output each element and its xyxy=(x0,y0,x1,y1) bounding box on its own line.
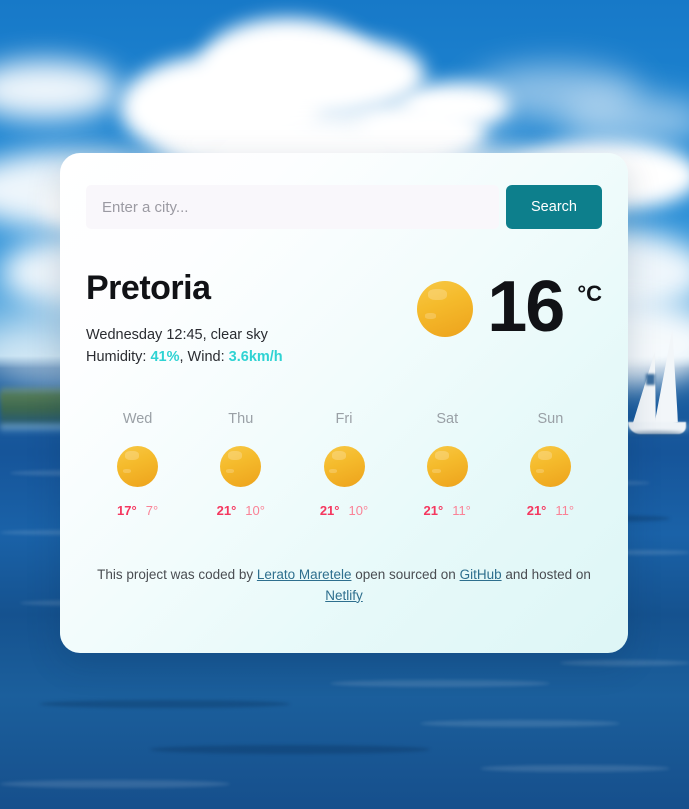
sun-icon xyxy=(417,281,474,337)
sun-icon xyxy=(426,445,468,487)
sun-icon xyxy=(220,445,262,487)
forecast-day: Thu 21° 10° xyxy=(189,411,292,518)
forecast-day: Wed 17° 7° xyxy=(86,411,189,518)
search-button[interactable]: Search xyxy=(506,185,602,229)
sun-icon xyxy=(323,445,365,487)
current-temperature: 16 xyxy=(487,267,565,347)
forecast-temperatures: 21° 10° xyxy=(189,503,292,518)
forecast-day-label: Fri xyxy=(335,410,353,427)
sail-marking xyxy=(646,374,655,385)
sun-icon xyxy=(117,445,159,487)
mainsail xyxy=(654,330,678,426)
current-weather: Pretoria Wednesday 12:45, clear sky Humi… xyxy=(86,267,602,369)
forecast-row: Wed 17° 7° Thu 21° 10° Fri 21° 10° Sat 21° 11° Sun 21… xyxy=(86,411,602,518)
wind-value: 3.6km/h xyxy=(228,349,283,366)
sun-icon xyxy=(529,445,571,487)
jib-sail xyxy=(632,352,656,426)
forecast-temp-max: 21° xyxy=(216,502,237,518)
forecast-icon-wrap xyxy=(499,445,602,487)
humidity-value: 41% xyxy=(150,349,180,366)
wind-label: , Wind: xyxy=(179,349,229,366)
forecast-icon-wrap xyxy=(86,445,189,487)
forecast-temperatures: 21° 11° xyxy=(396,503,499,518)
forecast-temperatures: 17° 7° xyxy=(86,503,189,518)
forecast-temp-min: 11° xyxy=(555,502,575,518)
forecast-icon-wrap xyxy=(292,445,395,487)
search-form: Search xyxy=(86,185,602,229)
search-input[interactable] xyxy=(86,185,499,229)
forecast-icon-wrap xyxy=(396,445,499,487)
cloud xyxy=(0,60,120,120)
forecast-day-label: Sat xyxy=(436,410,459,427)
forecast-temp-min: 7° xyxy=(145,502,159,518)
forecast-temp-min: 11° xyxy=(452,502,471,518)
forecast-day: Fri 21° 10° xyxy=(292,411,395,518)
footer-credits: This project was coded by Lerato Maretel… xyxy=(86,565,602,607)
current-temperature-block: 16 °C xyxy=(417,267,602,347)
forecast-temp-max: 21° xyxy=(423,502,444,518)
github-link[interactable]: GitHub xyxy=(460,567,502,582)
sailboat xyxy=(618,330,689,450)
forecast-day-label: Sun xyxy=(537,410,564,427)
current-conditions: Wednesday 12:45, clear sky Humidity: 41%… xyxy=(86,324,283,369)
cloud xyxy=(560,95,689,145)
forecast-temperatures: 21° 11° xyxy=(499,503,602,518)
footer-text-2: open sourced on xyxy=(351,566,460,582)
forecast-day-label: Wed xyxy=(122,410,153,427)
current-weather-text: Pretoria Wednesday 12:45, clear sky Humi… xyxy=(86,269,283,369)
city-name: Pretoria xyxy=(86,269,211,307)
forecast-day: Sun 21° 11° xyxy=(499,411,602,518)
humidity-label: Humidity: xyxy=(86,349,151,366)
forecast-day-label: Thu xyxy=(228,410,254,427)
netlify-link[interactable]: Netlify xyxy=(325,588,363,603)
date-and-description: Wednesday 12:45, clear sky xyxy=(86,326,268,343)
forecast-day: Sat 21° 11° xyxy=(396,411,499,518)
footer-text-3: and hosted on xyxy=(501,566,591,582)
forecast-temperatures: 21° 10° xyxy=(292,503,395,518)
weather-card: Search Pretoria Wednesday 12:45, clear s… xyxy=(60,153,628,653)
forecast-temp-min: 10° xyxy=(348,502,369,518)
humidity-and-wind: Humidity: 41%, Wind: 3.6km/h xyxy=(86,346,283,368)
footer-text-1: This project was coded by xyxy=(97,566,257,582)
temperature-unit[interactable]: °C xyxy=(577,281,602,307)
forecast-temp-max: 21° xyxy=(319,502,340,518)
forecast-temp-max: 17° xyxy=(117,502,137,518)
boat-reflection xyxy=(630,431,684,436)
forecast-icon-wrap xyxy=(189,445,292,487)
author-link[interactable]: Lerato Maretele xyxy=(257,567,352,582)
forecast-temp-min: 10° xyxy=(245,502,265,518)
forecast-temp-max: 21° xyxy=(526,502,547,518)
